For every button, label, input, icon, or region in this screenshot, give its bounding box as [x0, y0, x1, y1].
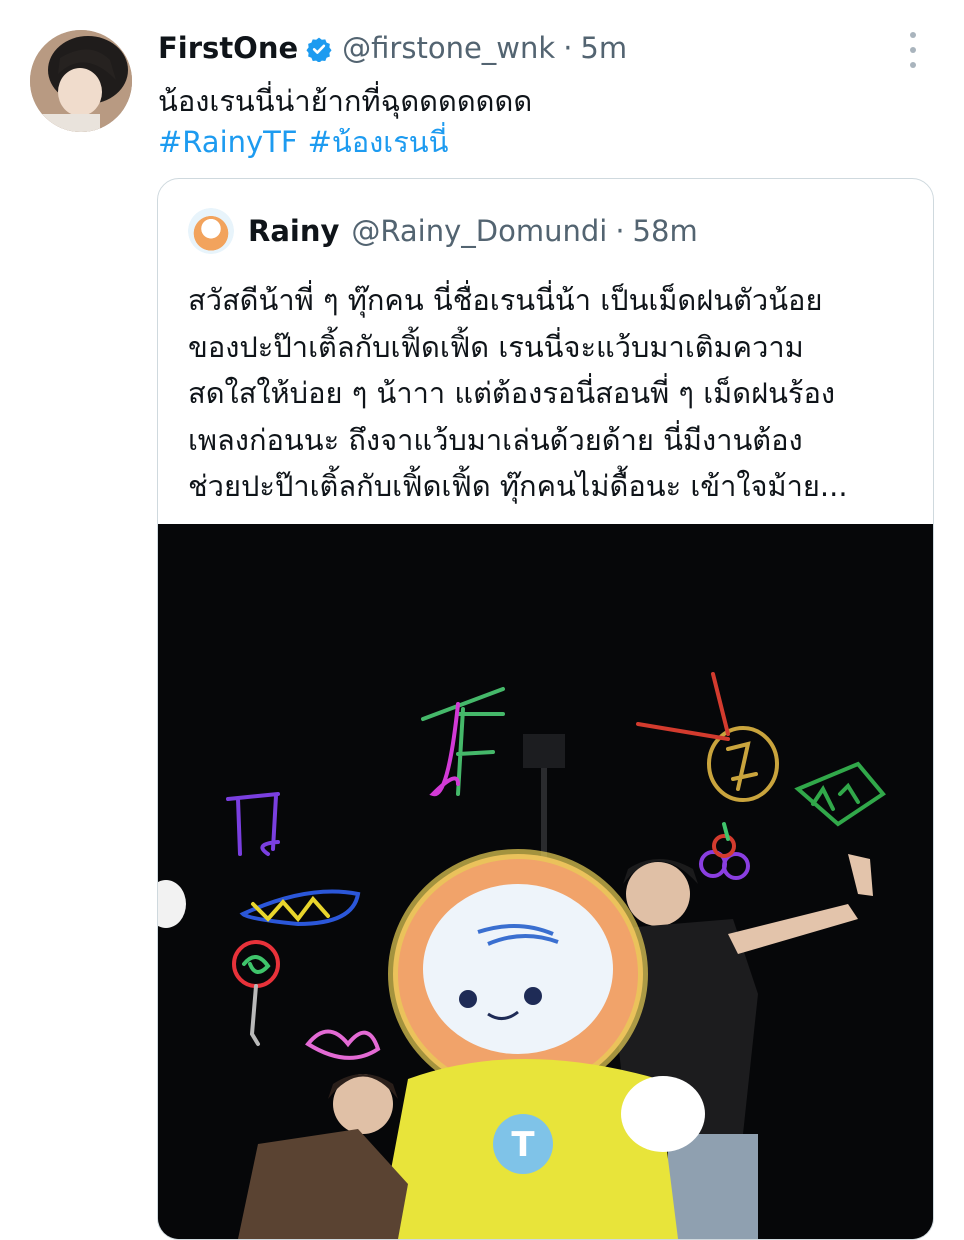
author-avatar[interactable]	[30, 30, 132, 132]
tweet-time[interactable]: 5m	[580, 31, 627, 65]
author-handle[interactable]: @firstone_wnk	[342, 31, 555, 65]
quoted-text-line: สดใสให้บ่อย ๆ น้าาา แต่ต้องรอนี่สอนพี่ ๆ…	[188, 376, 836, 410]
tweet-header: FirstOne @firstone_wnk · 5m	[158, 28, 627, 68]
tweet-text: น้องเรนนี่น่าย้ากที่ฉุดดดดดดด	[158, 84, 533, 118]
author-name[interactable]: FirstOne	[158, 31, 298, 65]
quoted-tweet-photo[interactable]: T	[158, 524, 933, 1239]
user-avatar	[30, 30, 132, 132]
verified-badge-icon	[306, 35, 332, 63]
hashtag-link[interactable]: #RainyTF	[158, 125, 298, 159]
quoted-text-line: สวัสดีน้าพี่ ๆ ทุ๊กคน นี่ชื่อเรนนี่น้า เ…	[188, 283, 823, 317]
quoted-tweet-header: Rainy @Rainy_Domundi · 58m	[188, 208, 698, 254]
more-options-icon[interactable]	[905, 32, 921, 68]
quoted-text-line: ช่วยปะป๊าเติ้ลกับเฟิ้ดเฟิ้ด ทุ๊กคนไม่ดื้…	[188, 469, 848, 503]
quoted-author-handle: @Rainy_Domundi	[351, 214, 608, 248]
quoted-author-name: Rainy	[248, 214, 340, 248]
hashtag-link[interactable]: #น้องเรนนี่	[308, 125, 449, 159]
concert-photo-illustration: T	[158, 524, 933, 1239]
quoted-text-line: ของปะป๊าเติ้ลกับเฟิ้ดเฟิ้ด เรนนี่จะแว้บม…	[188, 329, 804, 364]
quoted-text-line: เพลงก่อนนะ ถึงจาแว้บมาเล่นด้วยด้าย นี่มี…	[188, 422, 803, 457]
mascot-badge: T	[511, 1125, 535, 1165]
quoted-tweet-time: 58m	[632, 214, 698, 248]
hashtags: #RainyTF #น้องเรนนี่	[158, 122, 458, 162]
quoted-tweet[interactable]: Rainy @Rainy_Domundi · 58m สวัสดีน้าพี่ …	[157, 178, 934, 1240]
separator-dot: ·	[615, 214, 625, 248]
quoted-tweet-text: สวัสดีน้าพี่ ๆ ทุ๊กคน นี่ชื่อเรนนี่น้า เ…	[188, 277, 923, 510]
quoted-author-avatar	[188, 208, 234, 254]
separator-dot: ·	[563, 31, 573, 65]
